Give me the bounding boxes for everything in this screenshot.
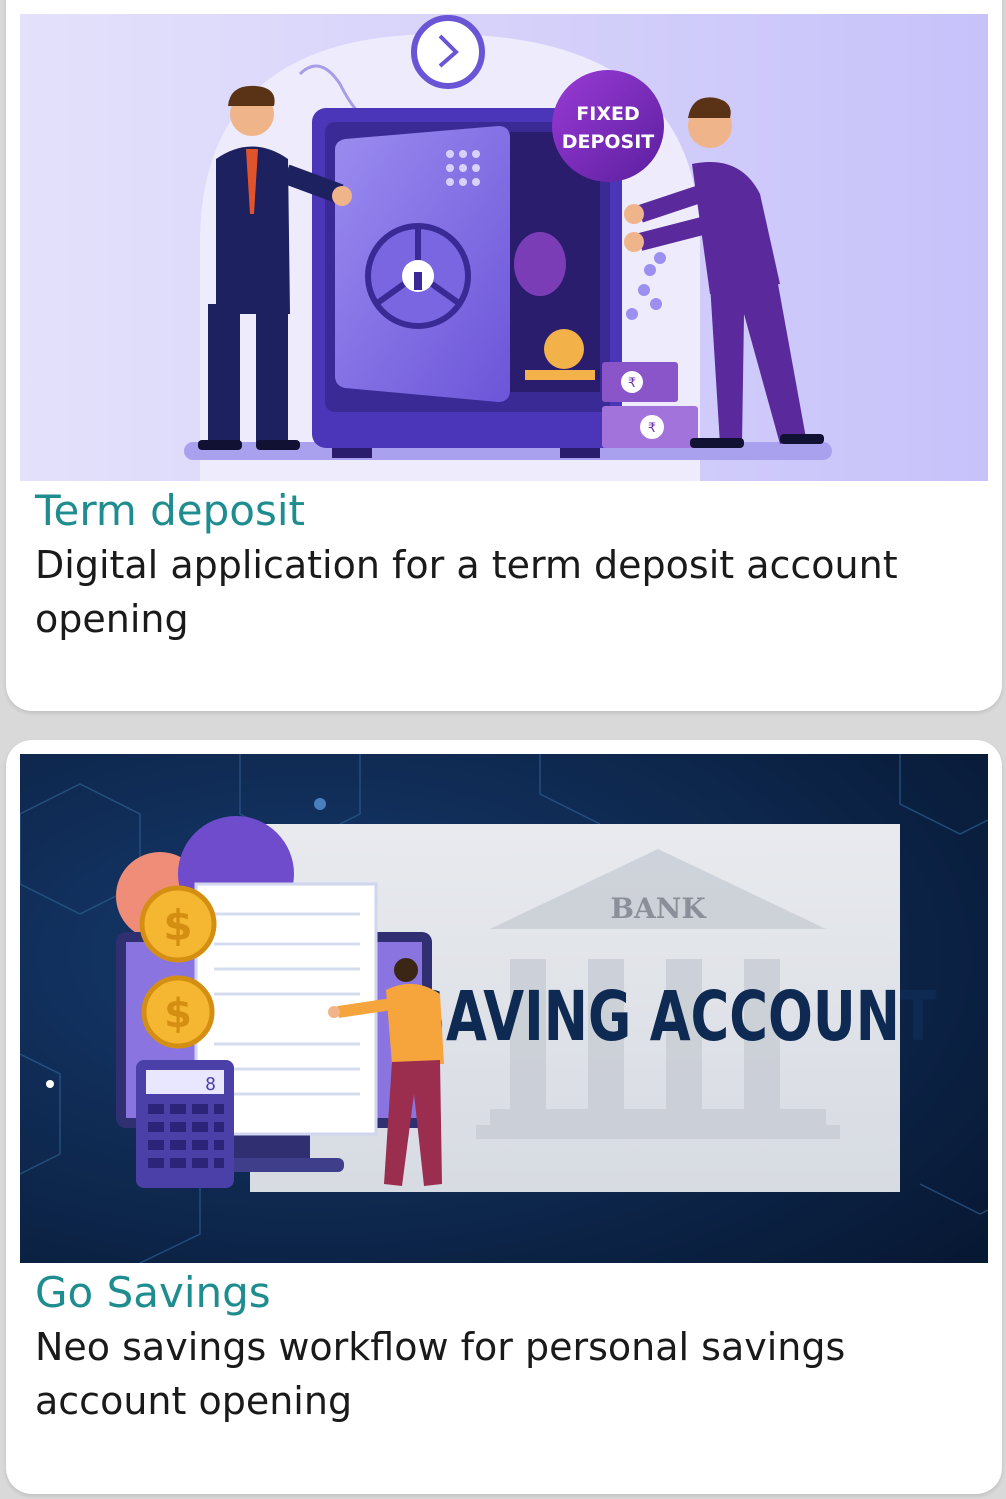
rupee-note-symbol: ₹ xyxy=(628,376,636,391)
bank-label: BANK xyxy=(610,892,707,925)
coin-dollar-2: $ xyxy=(164,991,192,1037)
rupee-note-symbol-2: ₹ xyxy=(648,421,656,436)
card-description: Digital application for a term deposit a… xyxy=(35,543,898,641)
card-description: Neo savings workflow for personal saving… xyxy=(35,1325,846,1423)
card-title: Term deposit xyxy=(35,486,306,535)
saving-account-headline: SAVING ACCOUNT xyxy=(408,977,936,1057)
fixed-deposit-badge-line2: DEPOSIT xyxy=(562,131,655,153)
fixed-deposit-badge-line1: FIXED xyxy=(576,103,639,125)
term-deposit-image: FIXED DEPOSIT ₹ ₹ xyxy=(20,14,988,481)
go-savings-image: BANK SAVING ACCOUNT $ $ 8 xyxy=(20,754,988,1263)
coin-dollar-1: $ xyxy=(163,901,192,950)
card-title: Go Savings xyxy=(35,1268,271,1317)
go-savings-card[interactable]: BANK SAVING ACCOUNT $ $ 8 Go Savings Neo… xyxy=(6,740,1002,1494)
calculator-display: 8 xyxy=(205,1074,216,1095)
term-deposit-card[interactable]: FIXED DEPOSIT ₹ ₹ Term deposit Digital a… xyxy=(6,0,1002,711)
